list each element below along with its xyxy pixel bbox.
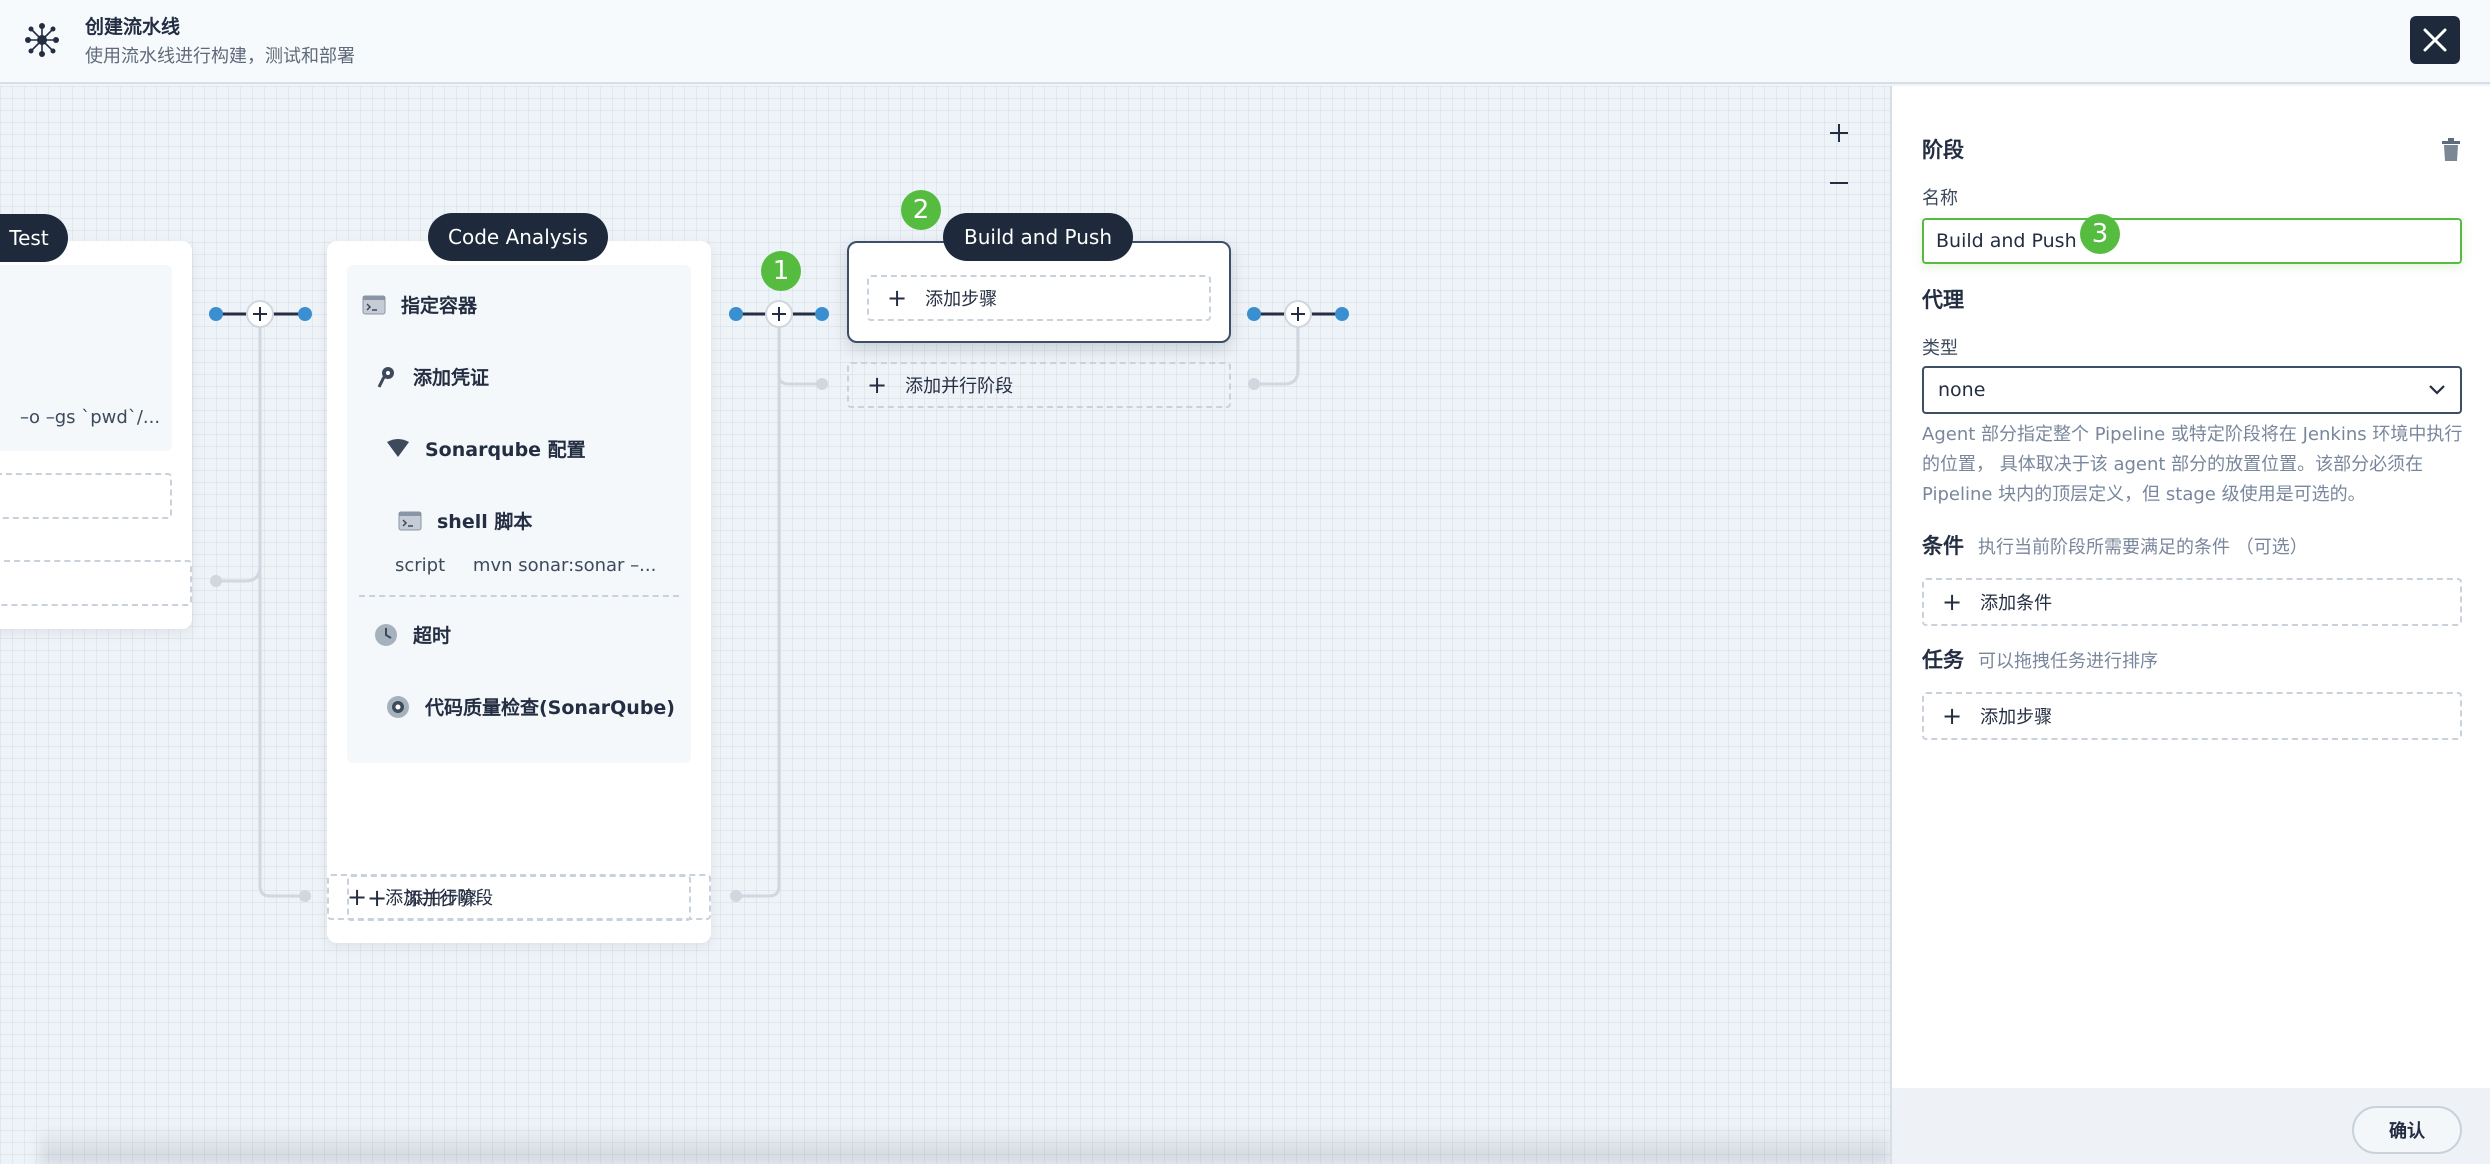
conditions-title: 条件 <box>1922 534 1964 558</box>
terminal-icon <box>361 292 387 318</box>
close-icon <box>2423 28 2447 52</box>
plus-icon: + <box>1942 588 1963 616</box>
page-title: 创建流水线 <box>85 16 181 38</box>
step-badge-1: 1 <box>761 251 801 291</box>
stage-section-title: 阶段 <box>1922 138 1964 162</box>
add-parallel-stage-button[interactable]: + 添加并行阶段 <box>327 874 711 920</box>
add-parallel-stage-label: 添加并行阶段 <box>385 888 494 909</box>
zoom-in-button[interactable] <box>1824 118 1854 148</box>
plus-icon <box>1830 124 1848 142</box>
header: 创建流水线 使用流水线进行构建，测试和部署 <box>0 0 2490 84</box>
add-condition-label: 添加条件 <box>1980 593 2053 614</box>
agent-description: Agent 部分指定整个 Pipeline 或特定阶段将在 Jenkins 环境… <box>1922 424 2463 505</box>
page-subtitle: 使用流水线进行构建，测试和部署 <box>85 46 355 67</box>
plus-icon: + <box>887 284 908 312</box>
step-label: Sonarqube 配置 <box>425 439 586 461</box>
stage-settings-panel: 阶段 名称 3 代理 类型 none Agent 部分指定整个 Pipeline… <box>1890 86 2490 1164</box>
tasks-title: 任务 <box>1922 648 1964 672</box>
close-button[interactable] <box>2410 16 2460 64</box>
conditions-section-title: 条件 执行当前阶段所需要满足的条件 （可选） <box>1922 530 2308 560</box>
step-item[interactable]: shell 脚本 <box>397 507 532 534</box>
step-item[interactable]: 指定容器 <box>361 291 477 318</box>
stage-name: Test <box>9 226 49 250</box>
target-icon <box>385 694 411 720</box>
add-stage-node[interactable] <box>1284 300 1312 328</box>
stage-card-code-analysis[interactable]: 指定容器 添加凭证 Sonarqube 配置 shell 脚本 script m… <box>327 241 711 943</box>
step-command-text: –o –gs `pwd`/... <box>20 407 161 428</box>
step-item[interactable]: 代码质量检查(SonarQube) <box>385 693 675 720</box>
step-label: 指定容器 <box>401 295 478 317</box>
wifi-icon <box>385 436 411 462</box>
step-label: shell 脚本 <box>437 511 533 533</box>
agent-section-title: 代理 <box>1922 288 1964 312</box>
step-item[interactable]: 添加凭证 <box>373 363 489 390</box>
stage-pill-build-and-push[interactable]: Build and Push <box>943 213 1133 261</box>
plus-icon: + <box>1942 702 1963 730</box>
plus-icon <box>1291 307 1305 321</box>
pipeline-canvas: –o –gs `pwd`/... Test 指定容器 添加凭证 Sonarqub… <box>0 86 1890 1164</box>
stage-name-input[interactable] <box>1922 218 2462 264</box>
add-stage-node[interactable] <box>765 300 793 328</box>
stage-pill-test[interactable]: Test <box>0 214 68 262</box>
clock-icon <box>373 622 399 648</box>
pipeline-logo-icon <box>25 23 59 57</box>
add-step-button[interactable]: + 添加步骤 <box>867 275 1211 321</box>
panel-footer: 确认 <box>1892 1088 2490 1164</box>
plus-icon: + <box>867 371 888 399</box>
plus-icon <box>772 307 786 321</box>
shell-script-preview: script mvn sonar:sonar –... <box>395 555 656 576</box>
tasks-hint: 可以拖拽任务进行排序 <box>1978 651 2158 672</box>
canvas-shadow <box>40 1126 1890 1164</box>
step-label: 代码质量检查(SonarQube) <box>425 697 675 719</box>
trash-icon[interactable] <box>2440 138 2462 162</box>
step-badge-3: 3 <box>2080 214 2120 254</box>
chevron-down-icon <box>2429 385 2445 395</box>
add-parallel-stage-button[interactable] <box>0 560 192 606</box>
script-value: mvn sonar:sonar –... <box>472 555 657 576</box>
minus-icon <box>1830 182 1848 184</box>
conditions-hint: 执行当前阶段所需要满足的条件 （可选） <box>1978 537 2308 558</box>
add-condition-button[interactable]: + 添加条件 <box>1922 578 2462 626</box>
agent-type-select[interactable]: none <box>1922 366 2462 414</box>
add-step-label: 添加步骤 <box>1980 707 2053 728</box>
stage-pill-code-analysis[interactable]: Code Analysis <box>428 213 608 261</box>
step-badge-2: 2 <box>901 190 941 230</box>
stage-name: Build and Push <box>963 225 1113 249</box>
step-label: 添加凭证 <box>413 367 490 389</box>
add-step-button[interactable] <box>0 473 172 519</box>
tasks-section-title: 任务 可以拖拽任务进行排序 <box>1922 644 2158 674</box>
script-key: script <box>395 555 446 576</box>
steps-box: 指定容器 添加凭证 Sonarqube 配置 shell 脚本 script m… <box>347 265 691 763</box>
add-task-step-button[interactable]: + 添加步骤 <box>1922 692 2462 740</box>
step-divider <box>359 595 679 597</box>
plus-icon <box>253 307 267 321</box>
confirm-button[interactable]: 确认 <box>2352 1106 2462 1154</box>
stage-name: Code Analysis <box>448 225 588 249</box>
add-parallel-stage-button[interactable]: + 添加并行阶段 <box>847 362 1231 408</box>
step-item[interactable]: 超时 <box>373 621 451 648</box>
steps-box: –o –gs `pwd`/... <box>0 265 172 451</box>
zoom-out-button[interactable] <box>1824 168 1854 198</box>
add-stage-node[interactable] <box>246 300 274 328</box>
plus-icon: + <box>347 883 368 911</box>
key-icon <box>373 364 399 390</box>
step-item[interactable]: Sonarqube 配置 <box>385 435 586 462</box>
add-parallel-stage-label: 添加并行阶段 <box>905 376 1014 397</box>
name-label: 名称 <box>1922 188 1958 209</box>
agent-type-value: none <box>1938 379 1986 401</box>
step-label: 超时 <box>413 625 452 647</box>
add-step-label: 添加步骤 <box>925 289 998 310</box>
terminal-icon <box>397 508 423 534</box>
type-label: 类型 <box>1922 338 1958 359</box>
